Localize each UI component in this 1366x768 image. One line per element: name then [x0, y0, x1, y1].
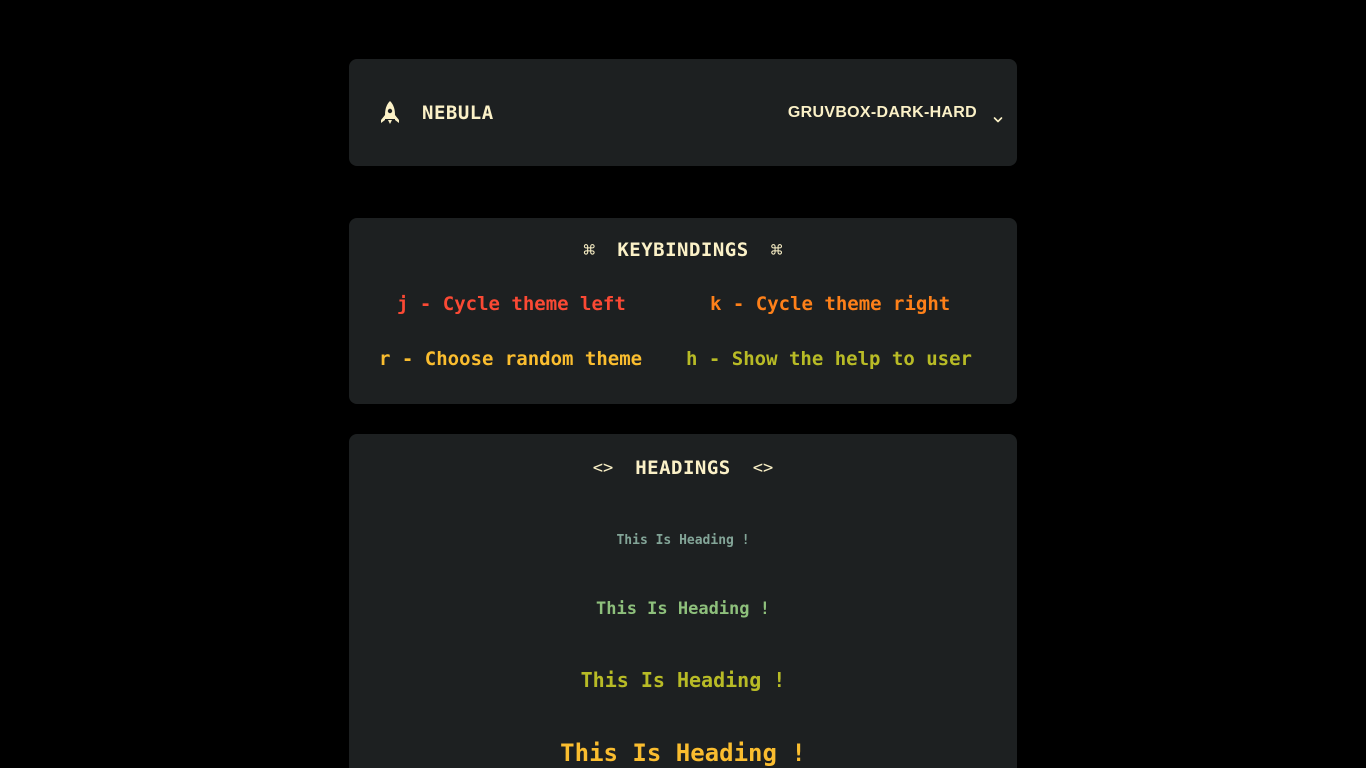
code-icon: <>: [592, 458, 614, 478]
keybindings-panel: ⌘ KEYBINDINGS ⌘ j - Cycle theme left k -…: [349, 218, 1017, 404]
keybindings-title-text: KEYBINDINGS: [617, 239, 749, 261]
keybinding-show-help: h - Show the help to user: [686, 348, 972, 370]
brand-name: NEBULA: [422, 101, 494, 124]
heading-sample-3: This Is Heading !: [580, 668, 786, 692]
command-icon: ⌘: [583, 238, 596, 262]
keybinding-cycle-left: j - Cycle theme left: [397, 293, 626, 315]
command-icon: ⌘: [770, 238, 783, 262]
keybindings-title: ⌘ KEYBINDINGS ⌘: [349, 237, 1017, 263]
headings-title: <> HEADINGS <>: [349, 455, 1017, 481]
theme-select[interactable]: GRUVBOX-DARK-HARD: [788, 59, 1003, 166]
header-bar: NEBULA GRUVBOX-DARK-HARD: [349, 59, 1017, 166]
brand[interactable]: NEBULA: [379, 59, 494, 166]
headings-panel: <> HEADINGS <> This Is Heading ! This Is…: [349, 434, 1017, 768]
keybinding-random-theme: r - Choose random theme: [379, 348, 643, 370]
heading-sample-2: This Is Heading !: [596, 599, 770, 619]
rocket-icon: [379, 100, 401, 126]
heading-sample-4: This Is Heading !: [560, 739, 806, 767]
chevron-down-icon: [993, 109, 1003, 122]
theme-select-value: GRUVBOX-DARK-HARD: [787, 103, 977, 121]
headings-title-text: HEADINGS: [635, 457, 731, 479]
keybinding-cycle-right: k - Cycle theme right: [710, 293, 951, 315]
code-icon: <>: [752, 458, 774, 478]
heading-sample-1: This Is Heading !: [616, 533, 750, 548]
